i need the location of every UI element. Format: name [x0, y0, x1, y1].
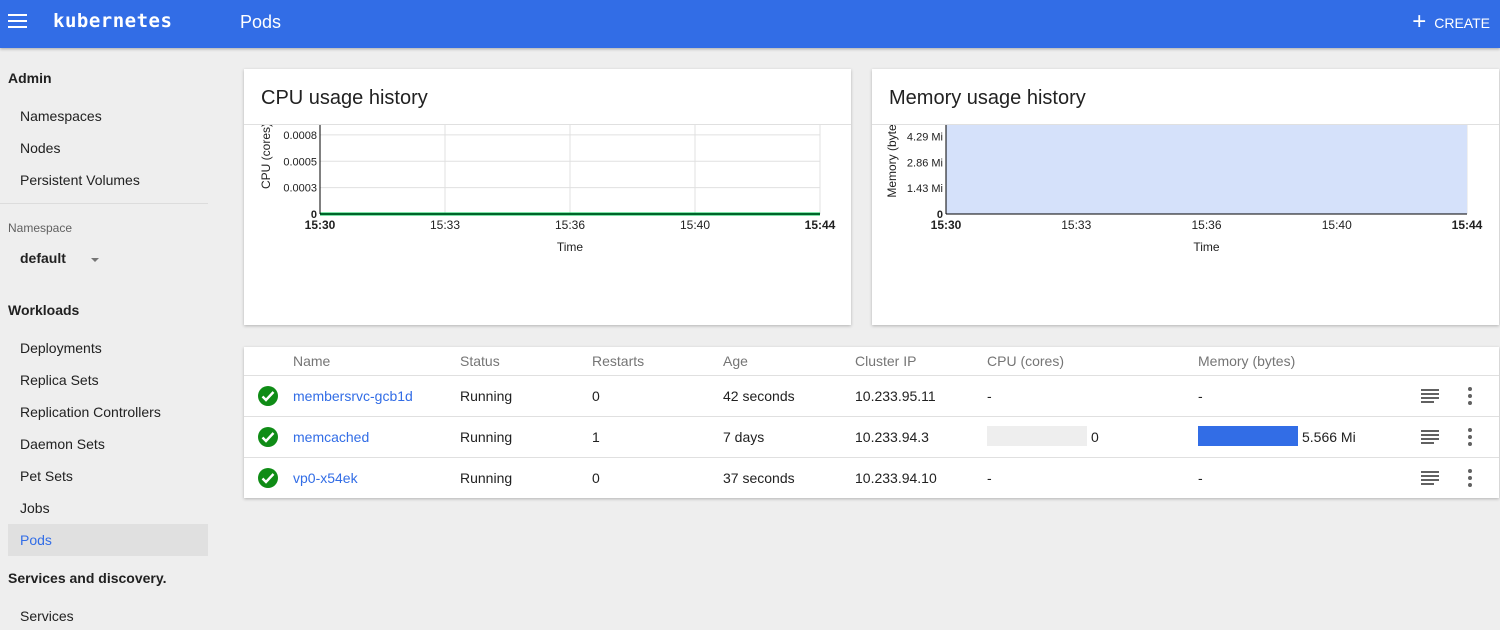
pods-table: Name Status Restarts Age Cluster IP CPU … [244, 347, 1499, 498]
table-row: memcached Running 1 7 days 10.233.94.3 0… [244, 416, 1499, 457]
x-axis-title: Time [1193, 240, 1220, 254]
sidebar-item-pods[interactable]: Pods [8, 524, 208, 556]
top-app-bar: kubernetes Pods + CREATE [0, 0, 1500, 48]
pod-cpu: - [987, 470, 992, 486]
pod-memory: 5.566 Mi [1302, 429, 1356, 445]
column-header-memory: Memory (bytes) [1198, 353, 1296, 369]
pod-age: 37 seconds [723, 470, 795, 486]
y-tick-label: 1.43 Mi [907, 183, 943, 195]
namespace-select[interactable]: default [20, 250, 102, 272]
pod-restarts: 1 [592, 429, 600, 445]
y-tick-label: 0.0005 [283, 156, 317, 168]
y-axis-title: Memory (bytes) [885, 125, 899, 198]
area-fill [946, 125, 1467, 214]
sidebar-item-jobs[interactable]: Jobs [8, 492, 208, 524]
pod-status: Running [460, 470, 513, 486]
x-tick-label: 15:40 [680, 218, 710, 232]
pod-age: 7 days [723, 429, 765, 445]
more-vert-icon[interactable] [1468, 387, 1472, 405]
sidebar-item-replication-controllers[interactable]: Replication Controllers [8, 396, 208, 428]
nav-header-admin: Admin [8, 70, 52, 86]
column-header-cluster-ip: Cluster IP [855, 353, 917, 369]
memory-usage-chart: 01.43 Mi2.86 Mi4.29 Mi5.72 Mi6.44 Mi15:3… [885, 125, 1483, 254]
column-header-restarts: Restarts [592, 353, 645, 369]
sidebar-item-replica-sets[interactable]: Replica Sets [8, 364, 208, 396]
x-tick-label: 15:44 [805, 218, 836, 232]
x-tick-label: 15:40 [1322, 218, 1352, 232]
sidebar-item-namespaces[interactable]: Namespaces [8, 100, 208, 132]
sidebar-item-pet-sets[interactable]: Pet Sets [8, 460, 208, 492]
create-button-label: CREATE [1434, 15, 1490, 31]
memory-card-title: Memory usage history [889, 87, 1086, 109]
cpu-usage-card: CPU usage history 00.00030.00050.00080.0… [244, 69, 851, 325]
more-vert-icon[interactable] [1468, 428, 1472, 446]
pod-restarts: 0 [592, 470, 600, 486]
pod-age: 42 seconds [723, 388, 795, 404]
more-vert-icon[interactable] [1468, 469, 1472, 487]
sidebar-item-deployments[interactable]: Deployments [8, 332, 208, 364]
y-axis-title: CPU (cores) [259, 125, 273, 189]
y-tick-label: 4.29 Mi [907, 132, 943, 144]
pod-cluster-ip: 10.233.94.3 [855, 429, 929, 445]
x-tick-label: 15:36 [555, 218, 585, 232]
nav-header-services: Services and discovery. [8, 570, 167, 586]
check-circle-icon [258, 386, 278, 406]
cpu-usage-bar [987, 426, 1087, 446]
pod-memory: - [1198, 470, 1203, 486]
sidebar-item-nodes[interactable]: Nodes [8, 132, 208, 164]
pod-name-link[interactable]: vp0-x54ek [293, 470, 358, 486]
logs-icon[interactable] [1421, 389, 1439, 403]
x-tick-label: 15:44 [1452, 218, 1483, 232]
cpu-usage-chart: 00.00030.00050.00080.0010.00115:3015:331… [259, 125, 836, 254]
check-circle-icon [258, 427, 278, 447]
memory-usage-card: Memory usage history 0 1.43 Mi 2.86 Mi 4.29… [872, 69, 1499, 325]
plus-icon: + [1412, 8, 1427, 35]
sidebar-item-daemon-sets[interactable]: Daemon Sets [8, 428, 208, 460]
x-tick-label: 15:30 [305, 218, 336, 232]
pod-status: Running [460, 429, 513, 445]
pod-cpu: - [987, 388, 992, 404]
namespace-value: default [20, 250, 66, 266]
pod-name-link[interactable]: memcached [293, 429, 369, 445]
pod-status: Running [460, 388, 513, 404]
pod-cpu: 0 [1091, 429, 1099, 445]
pod-cluster-ip: 10.233.95.11 [855, 388, 936, 404]
logs-icon[interactable] [1421, 471, 1439, 485]
app-logo[interactable]: kubernetes [53, 10, 172, 32]
pod-cluster-ip: 10.233.94.10 [855, 470, 937, 486]
namespace-label: Namespace [8, 221, 73, 235]
column-header-name[interactable]: Name [293, 353, 330, 369]
sidebar-divider [0, 203, 208, 204]
column-header-age[interactable]: Age [723, 353, 748, 369]
x-tick-label: 15:33 [1061, 218, 1091, 232]
page-title: Pods [240, 12, 282, 32]
column-header-cpu: CPU (cores) [987, 353, 1065, 369]
create-button[interactable]: + CREATE [1412, 8, 1490, 38]
cpu-card-title: CPU usage history [261, 87, 428, 109]
menu-icon[interactable] [8, 12, 30, 30]
memory-usage-bar-fill [1198, 426, 1298, 446]
y-tick-label: 0.0003 [283, 183, 317, 195]
sidebar-nav: Admin Namespaces Nodes Persistent Volume… [0, 48, 216, 630]
table-row: vp0-x54ek Running 0 37 seconds 10.233.94… [244, 457, 1499, 498]
x-tick-label: 15:36 [1191, 218, 1221, 232]
x-tick-label: 15:30 [931, 218, 962, 232]
pod-name-link[interactable]: membersrvc-gcb1d [293, 388, 413, 404]
y-tick-label: 0.0008 [283, 130, 317, 142]
nav-header-workloads: Workloads [8, 302, 80, 318]
x-tick-label: 15:33 [430, 218, 460, 232]
dropdown-caret-icon [91, 258, 99, 262]
sidebar-item-persistent-volumes[interactable]: Persistent Volumes [8, 164, 208, 196]
logs-icon[interactable] [1421, 430, 1439, 444]
column-header-status: Status [460, 353, 500, 369]
x-axis-title: Time [557, 240, 584, 254]
sidebar-item-services[interactable]: Services [8, 600, 208, 630]
pod-restarts: 0 [592, 388, 600, 404]
pod-memory: - [1198, 388, 1203, 404]
y-tick-label: 2.86 Mi [907, 157, 943, 169]
memory-usage-bar [1198, 426, 1298, 446]
check-circle-icon [258, 468, 278, 488]
table-row: membersrvc-gcb1d Running 0 42 seconds 10… [244, 375, 1499, 416]
